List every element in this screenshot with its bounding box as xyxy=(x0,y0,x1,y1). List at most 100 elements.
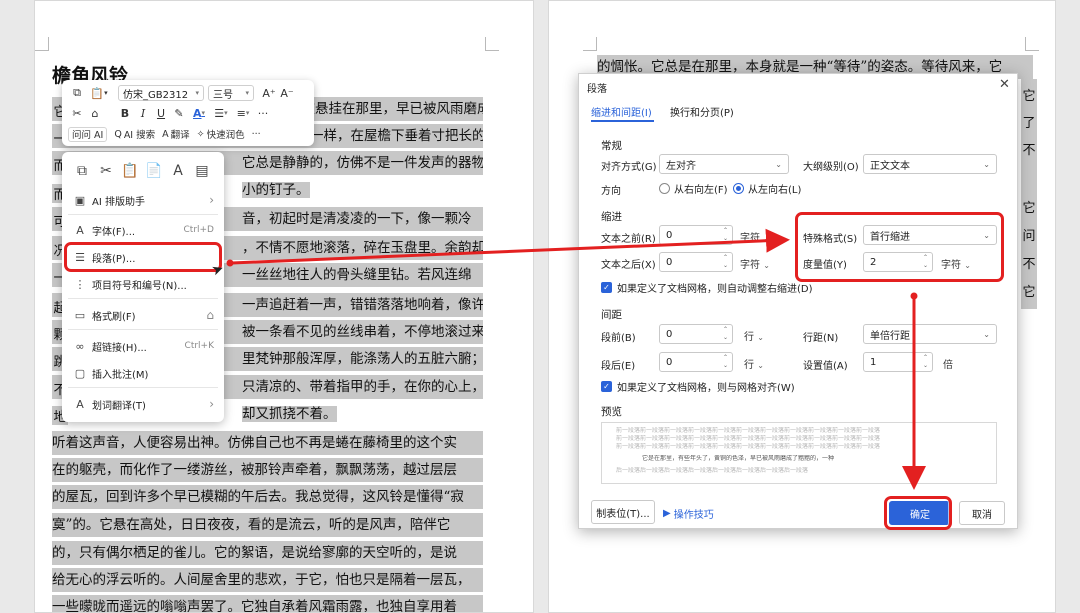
menu-item-insert-comment[interactable]: ▢ 插入批注(M) xyxy=(62,361,224,385)
spinner-arrows-icon[interactable]: ⌃ ⌄ xyxy=(723,254,728,270)
document-line[interactable]: 听着这声音，人便容易出神。仿佛自己也不再是蜷在藤椅里的这个实 xyxy=(52,431,483,455)
chevron-down-icon: ⌄ xyxy=(763,234,770,243)
ask-ai-button[interactable]: 问问 AI xyxy=(68,126,108,142)
spinner-arrows-icon[interactable]: ⌃ ⌄ xyxy=(923,354,928,370)
document-line[interactable]: 寞”的。它悬在高处，日日夜夜，看的是流云，听的是风声，陪伴它 xyxy=(52,513,483,537)
context-quick-icons: ⧉ ✂ 📋 📄 A ▤ xyxy=(70,160,214,182)
radio-button[interactable] xyxy=(733,183,744,194)
close-icon[interactable]: ✕ xyxy=(999,77,1010,92)
translate-button[interactable]: A 翻译 xyxy=(162,127,190,142)
rtl-label: 从右向左(F) xyxy=(674,185,728,196)
rtl-radio[interactable]: 从右向左(F) xyxy=(659,181,728,196)
tab-stops-button[interactable]: 制表位(T)... xyxy=(591,500,655,524)
chevron-down-icon: ⌄ xyxy=(757,361,764,370)
play-icon: ▶ xyxy=(663,508,671,519)
spinner-arrows-icon[interactable]: ⌃ ⌄ xyxy=(723,227,728,243)
document-line[interactable]: 的屋瓦，回到许多个早已模糊的午后去。我总觉得，这风铃是懂得“寂 xyxy=(52,485,483,509)
document-line[interactable]: 一些曚昽而遥远的嗡嗡声罢了。它独自承着风霜雨露，也独自享用着 xyxy=(52,595,483,612)
radio-button[interactable] xyxy=(659,183,670,194)
indent-before-unit[interactable]: 字符 ⌄ xyxy=(740,229,770,244)
shrink-font-icon[interactable]: A⁻ xyxy=(278,84,296,102)
space-after-input[interactable]: 0 ⌃ ⌄ xyxy=(659,352,733,372)
format-painter-icon: ▭ xyxy=(74,308,86,322)
space-before-input[interactable]: 0 ⌃ ⌄ xyxy=(659,324,733,344)
spinner-arrows-icon[interactable]: ⌃ ⌄ xyxy=(723,326,728,342)
copy-icon[interactable]: ⧉ xyxy=(70,160,94,182)
menu-item-hyperlink[interactable]: ∞ 超链接(H)... Ctrl+K xyxy=(62,334,224,358)
menu-item-format-painter[interactable]: ▭ 格式刷(F) ⌂ xyxy=(62,303,224,327)
document-line[interactable]: 在的躯壳，而化作了一缕游丝，被那铃声牵着，飘飘荡荡，越过层层 xyxy=(52,458,483,482)
font-size-select[interactable]: 三号 ▾ xyxy=(208,85,254,101)
checkmark-icon[interactable]: ✓ xyxy=(601,381,612,392)
line-spacing-icon[interactable]: ☰ ▾ xyxy=(210,104,232,122)
outline-level-value: 正文文本 xyxy=(870,160,910,172)
paste-merge-icon[interactable]: ▤ xyxy=(190,160,214,182)
cancel-button[interactable]: 取消 xyxy=(959,501,1005,525)
auto-adjust-checkbox[interactable]: ✓ 如果定义了文档网格，则自动调整右缩进(D) xyxy=(601,280,813,295)
document-line[interactable]: 的，只有偶尔栖足的雀儿。它的絮语，是说给寥廓的天空听的，是说 xyxy=(52,541,483,565)
translate-icon: A xyxy=(76,397,84,411)
paste-special-icon[interactable]: 📄 xyxy=(142,160,166,182)
margin-corner-mark xyxy=(485,37,499,51)
tab-line-page-breaks[interactable]: 换行和分页(P) xyxy=(670,104,734,119)
chevron-right-icon: › xyxy=(209,193,214,207)
spinner-arrows-icon[interactable]: ⌃ ⌄ xyxy=(723,354,728,370)
menu-item-word-translate[interactable]: A 划词翻译(T) › xyxy=(62,392,224,416)
chevron-right-icon: › xyxy=(209,397,214,411)
tips-link[interactable]: ▶ 操作技巧 xyxy=(663,506,714,521)
setting-value-input[interactable]: 1 ⌃ ⌄ xyxy=(863,352,933,372)
document-line-text[interactable]: 小的钉子。 xyxy=(242,182,310,198)
magic-wand-icon: ✧ xyxy=(196,128,205,140)
section-general: 常规 xyxy=(601,140,622,152)
outline-level-select[interactable]: 正文文本 ⌄ xyxy=(863,154,997,174)
more-icon[interactable]: ··· xyxy=(252,129,261,140)
paste-icon[interactable]: 📋 xyxy=(118,160,142,182)
more-icon[interactable]: ··· xyxy=(254,104,272,122)
quick-polish-label: 快速润色 xyxy=(206,130,245,141)
floating-format-toolbar: ⧉ 📋 ▾ 仿宋_GB2312 ▾ 三号 ▾ A⁺ A⁻ ✂ ⌂ B I U ✎ A ▾… xyxy=(62,80,314,146)
space-before-unit[interactable]: 行 ⌄ xyxy=(744,328,764,343)
menu-item-font[interactable]: A 字体(F)... Ctrl+D xyxy=(62,218,224,242)
chevron-down-icon: ⌄ xyxy=(763,261,770,270)
snap-grid-checkbox[interactable]: ✓ 如果定义了文档网格，则与网格对齐(W) xyxy=(601,379,795,394)
margin-char: 问 xyxy=(1022,229,1036,244)
ai-search-button[interactable]: Q AI 搜索 xyxy=(114,127,156,142)
italic-button[interactable]: I xyxy=(134,104,152,122)
cut-icon[interactable]: ✂ xyxy=(68,104,86,122)
margin-char: 它 xyxy=(1022,201,1036,216)
underline-button[interactable]: U xyxy=(152,104,170,122)
margin-char: 了 xyxy=(1022,116,1036,131)
section-preview: 预览 xyxy=(601,406,622,418)
grow-font-icon[interactable]: A⁺ xyxy=(260,84,278,102)
line-spacing-select[interactable]: 单倍行距 ⌄ xyxy=(863,324,997,344)
active-tab-indicator xyxy=(591,120,654,122)
checkmark-icon[interactable]: ✓ xyxy=(601,282,612,293)
document-line[interactable]: 给无心的浮云听的。人间屋舍里的悲欢，于它，怕也只是隔着一层瓦， xyxy=(52,568,483,592)
ltr-radio[interactable]: 从左向右(L) xyxy=(733,181,801,196)
paste-text-icon[interactable]: A xyxy=(166,160,190,182)
menu-item-ai-layout[interactable]: ▣ AI 排版助手 › xyxy=(62,188,224,212)
menu-item-label: AI 排版助手 xyxy=(92,196,145,208)
space-after-unit[interactable]: 行 ⌄ xyxy=(744,356,764,371)
paste-dropdown-icon[interactable]: 📋 ▾ xyxy=(86,84,112,102)
bold-button[interactable]: B xyxy=(116,104,134,122)
document-line-text[interactable]: 却又抓挠不着。 xyxy=(242,406,337,422)
highlight-pen-icon[interactable]: ✎ xyxy=(170,104,188,122)
indent-after-unit[interactable]: 字符 ⌄ xyxy=(740,256,770,271)
format-painter-icon[interactable]: ⌂ xyxy=(86,104,104,122)
indent-after-input[interactable]: 0 ⌃ ⌄ xyxy=(659,252,733,272)
preview-box: 前一段落前一段落前一段落前一段落前一段落前一段落前一段落前一段落前一段落前一段落… xyxy=(601,422,997,484)
ai-layout-icon: ▣ xyxy=(74,193,86,207)
quick-polish-button[interactable]: ✧ 快速润色 xyxy=(196,127,245,142)
align-icon[interactable]: ≡ ▾ xyxy=(232,104,254,122)
tab-indent-spacing[interactable]: 缩进和间距(I) xyxy=(591,104,652,119)
copy-icon[interactable]: ⧉ xyxy=(68,84,86,102)
align-select[interactable]: 左对齐 ⌄ xyxy=(659,154,789,174)
cut-icon[interactable]: ✂ xyxy=(94,160,118,182)
ai-search-label: AI 搜索 xyxy=(123,130,156,141)
menu-item-bullets-numbering[interactable]: ⋮ 项目符号和编号(N)... xyxy=(62,272,224,296)
brush-icon[interactable]: ⌂ xyxy=(206,308,214,322)
indent-before-input[interactable]: 0 ⌃ ⌄ xyxy=(659,225,733,245)
font-color-icon[interactable]: A ▾ xyxy=(188,104,210,122)
font-name-select[interactable]: 仿宋_GB2312 ▾ xyxy=(118,85,204,101)
